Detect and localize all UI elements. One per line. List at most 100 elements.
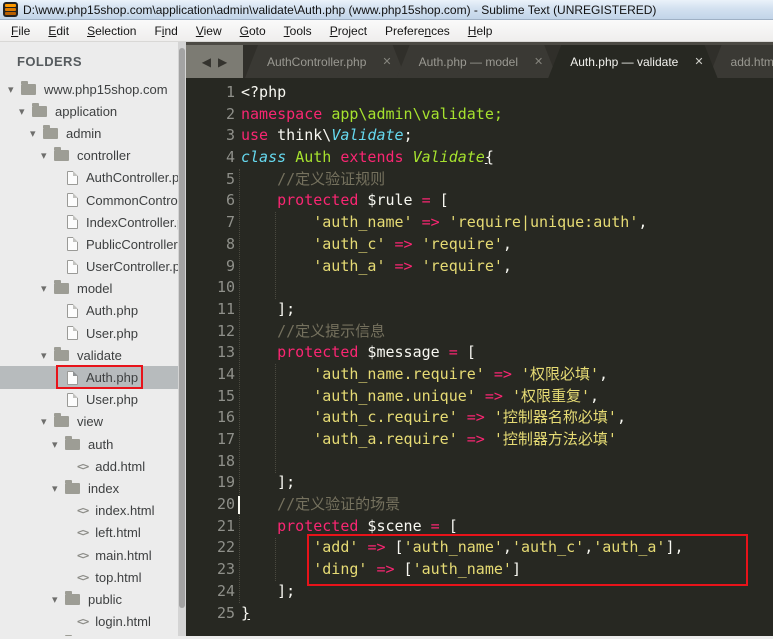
- line-number: 13: [216, 343, 235, 362]
- code-line-6[interactable]: protected $rule = [: [241, 190, 773, 212]
- tree-item-authcontroller-php[interactable]: AuthController.php: [0, 167, 186, 189]
- tree-item-left-html[interactable]: <> left.html: [0, 522, 186, 544]
- tree-item-controller[interactable]: ▾ controller: [0, 145, 186, 167]
- code-line-25[interactable]: }: [241, 603, 773, 625]
- menu-preferences[interactable]: Preferences: [376, 21, 459, 41]
- tree-item-model[interactable]: ▾ model: [0, 278, 186, 300]
- tree-item-validate[interactable]: ▾ validate: [0, 344, 186, 366]
- window-title: D:\www.php15shop.com\application\admin\v…: [23, 2, 657, 17]
- tab-auth-php-validate[interactable]: Auth.php — validate ✕: [548, 45, 717, 78]
- menu-goto[interactable]: Goto: [231, 21, 275, 41]
- html-file-icon: <>: [77, 504, 89, 518]
- tree-item-index-html[interactable]: <> index.html: [0, 500, 186, 522]
- tab-authcontroller-php[interactable]: AuthController.php ✕: [245, 45, 406, 78]
- line-number: 4: [225, 148, 235, 167]
- code-line-8[interactable]: 'auth_c' => 'require',: [241, 234, 773, 256]
- code-editor[interactable]: 1 2 3 4 5 6 7 8 9 10 11 12 13 14 15 16 17 18 19 20 21 22 23 24 2…: [186, 78, 773, 639]
- menu-file[interactable]: File: [2, 21, 39, 41]
- menu-tools[interactable]: Tools: [275, 21, 321, 41]
- expand-arrow-icon[interactable]: ▾: [52, 593, 65, 606]
- code-line-24[interactable]: ];: [241, 581, 773, 603]
- line-number: 16: [216, 408, 235, 427]
- code-line-1[interactable]: <?php: [241, 82, 773, 104]
- expand-arrow-icon[interactable]: ▾: [41, 415, 54, 428]
- menu-edit[interactable]: Edit: [39, 21, 78, 41]
- tab-add-html[interactable]: add.html✕: [709, 45, 773, 78]
- code-line-23[interactable]: 'ding' => ['auth_name']: [241, 559, 773, 581]
- tree-item-www-php15shop-com[interactable]: ▾ www.php15shop.com: [0, 78, 186, 100]
- code-line-10[interactable]: [241, 277, 773, 299]
- tree-item-view[interactable]: ▾ view: [0, 411, 186, 433]
- tree-item-user-php[interactable]: User.php: [0, 389, 186, 411]
- folder-icon: [54, 413, 69, 428]
- menu-project[interactable]: Project: [321, 21, 376, 41]
- tree-item-user-php[interactable]: User.php: [0, 322, 186, 344]
- tree-item-auth-php[interactable]: Auth.php: [0, 365, 186, 390]
- expand-arrow-icon[interactable]: ▾: [8, 83, 21, 96]
- expand-arrow-icon[interactable]: ▾: [41, 282, 54, 295]
- file-icon: [67, 259, 78, 274]
- expand-arrow-icon[interactable]: ▾: [19, 105, 32, 118]
- code-line-19[interactable]: ];: [241, 472, 773, 494]
- expand-arrow-icon[interactable]: ▾: [30, 127, 43, 140]
- code-line-16[interactable]: 'auth_c.require' => '控制器名称必填',: [241, 407, 773, 429]
- code-line-17[interactable]: 'auth_a.require' => '控制器方法必填': [241, 429, 773, 451]
- tree-item-label: www.php15shop.com: [44, 81, 168, 97]
- tree-item-label: UserController.php: [86, 259, 186, 275]
- tab-auth-php-model[interactable]: Auth.php — model ✕: [397, 45, 558, 78]
- code-line-20[interactable]: //定义验证的场景: [241, 494, 773, 516]
- code-line-3[interactable]: use think\Validate;: [241, 125, 773, 147]
- menu-help[interactable]: Help: [459, 21, 502, 41]
- menu-selection[interactable]: Selection: [78, 21, 145, 41]
- tab-scroll-left-icon[interactable]: ◀: [202, 55, 211, 69]
- code-line-18[interactable]: [241, 451, 773, 473]
- folders-header: FOLDERS: [17, 54, 82, 69]
- tab-close-icon[interactable]: ✕: [534, 55, 543, 68]
- tab-close-icon[interactable]: ✕: [694, 55, 703, 68]
- tree-item-top-html[interactable]: <> top.html: [0, 566, 186, 588]
- code-line-22[interactable]: 'add' => ['auth_name','auth_c','auth_a']…: [241, 537, 773, 559]
- tree-item-indexcontroller-php[interactable]: IndexController.php: [0, 211, 186, 233]
- tree-item-public[interactable]: ▾ public: [0, 588, 186, 610]
- html-file-icon: <>: [77, 459, 89, 473]
- tree-item-label: index.html: [95, 503, 155, 519]
- line-number: 10: [216, 278, 235, 297]
- tree-item-login-html[interactable]: <> login.html: [0, 611, 186, 633]
- sidebar-scrollbar-thumb[interactable]: [179, 48, 185, 608]
- tree-item-auth-php[interactable]: Auth.php: [0, 300, 186, 322]
- folder-icon: [54, 147, 69, 162]
- sidebar-scrollbar[interactable]: [178, 42, 186, 636]
- code-line-11[interactable]: ];: [241, 299, 773, 321]
- tab-scroll-buttons[interactable]: ◀ ▶: [186, 45, 243, 78]
- code-line-7[interactable]: 'auth_name' => 'require|unique:auth',: [241, 212, 773, 234]
- code-line-13[interactable]: protected $message = [: [241, 342, 773, 364]
- tree-item-commoncontroller-php[interactable]: CommonController.php: [0, 189, 186, 211]
- line-number: 20: [216, 495, 235, 514]
- tree-item-auth[interactable]: ▾ auth: [0, 433, 186, 455]
- tree-item-application[interactable]: ▾ application: [0, 100, 186, 122]
- tree-item-publiccontroller-php[interactable]: PublicController.php: [0, 233, 186, 255]
- expand-arrow-icon[interactable]: ▾: [52, 438, 65, 451]
- tree-item-index[interactable]: ▾ index: [0, 477, 186, 499]
- code-line-2[interactable]: namespace app\admin\validate;: [241, 104, 773, 126]
- code-line-14[interactable]: 'auth_name.require' => '权限必填',: [241, 364, 773, 386]
- tree-item-label: CommonController.php: [86, 192, 186, 208]
- code-line-5[interactable]: //定义验证规则: [241, 169, 773, 191]
- code-line-9[interactable]: 'auth_a' => 'require',: [241, 256, 773, 278]
- expand-arrow-icon[interactable]: ▾: [41, 349, 54, 362]
- code-line-15[interactable]: 'auth_name.unique' => '权限重复',: [241, 386, 773, 408]
- menu-view[interactable]: View: [187, 21, 231, 41]
- expand-arrow-icon[interactable]: ▾: [52, 482, 65, 495]
- tree-item-add-html[interactable]: <> add.html: [0, 455, 186, 477]
- tree-item-admin[interactable]: ▾ admin: [0, 122, 186, 144]
- expand-arrow-icon[interactable]: ▾: [41, 149, 54, 162]
- menu-find[interactable]: Find: [145, 21, 186, 41]
- code-line-12[interactable]: //定义提示信息: [241, 321, 773, 343]
- tab-scroll-right-icon[interactable]: ▶: [218, 55, 227, 69]
- tree-item-main-html[interactable]: <> main.html: [0, 544, 186, 566]
- tree-item-usercontroller-php[interactable]: UserController.php: [0, 256, 186, 278]
- tab-close-icon[interactable]: ✕: [382, 55, 391, 68]
- file-icon: [67, 370, 78, 385]
- code-line-4[interactable]: class Auth extends Validate{: [241, 147, 773, 169]
- code-line-21[interactable]: protected $scene = [: [241, 516, 773, 538]
